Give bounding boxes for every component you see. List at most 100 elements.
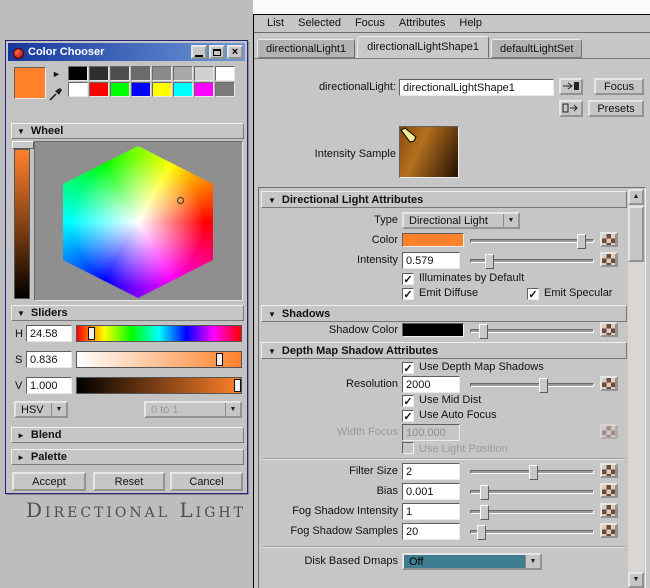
palette-swatch[interactable]: [194, 82, 214, 97]
scroll-up-button[interactable]: ▲: [628, 189, 644, 205]
fog-shadow-samples-slider-thumb[interactable]: [477, 525, 486, 540]
palette-swatch[interactable]: [215, 82, 235, 97]
scroll-down-button[interactable]: ▼: [628, 572, 644, 588]
value-slider[interactable]: [76, 377, 242, 394]
vertical-scrollbar[interactable]: ▲ ▼: [628, 189, 644, 588]
palette-swatch[interactable]: [131, 82, 151, 97]
saturation-input[interactable]: [26, 351, 72, 368]
color-mode-dropdown[interactable]: HSV▼: [14, 401, 68, 418]
menu-attributes[interactable]: Attributes: [392, 15, 452, 31]
minimize-button[interactable]: [191, 45, 207, 59]
menu-list[interactable]: List: [260, 15, 291, 31]
resolution-slider[interactable]: [470, 383, 594, 387]
color-swatch[interactable]: [402, 233, 464, 247]
menu-focus[interactable]: Focus: [348, 15, 392, 31]
shadow-color-map-button[interactable]: [600, 322, 618, 337]
scrollbar-thumb[interactable]: [628, 206, 644, 262]
palette-swatch[interactable]: [89, 66, 109, 81]
hue-slider-handle[interactable]: [88, 327, 95, 340]
intensity-slider-thumb[interactable]: [485, 254, 494, 269]
palette-swatch[interactable]: [173, 66, 193, 81]
disk-based-dmaps-dropdown[interactable]: Off▼: [402, 553, 542, 570]
focus-button[interactable]: Focus: [594, 78, 644, 95]
palette-swatch[interactable]: [110, 66, 130, 81]
palette-swatch[interactable]: [215, 66, 235, 81]
eyedropper-button[interactable]: [49, 87, 65, 103]
type-dropdown[interactable]: Directional Light▼: [402, 212, 520, 229]
shadow-color-swatch[interactable]: [402, 323, 464, 337]
bias-input[interactable]: [402, 483, 460, 500]
color-slider-thumb[interactable]: [577, 234, 586, 249]
filter-size-map-button[interactable]: [600, 463, 618, 478]
value-input[interactable]: [26, 377, 72, 394]
value-strip-handle[interactable]: [12, 141, 34, 149]
palette-swatch[interactable]: [131, 66, 151, 81]
intensity-sample-swatch[interactable]: [399, 126, 459, 178]
fog-shadow-intensity-input[interactable]: [402, 503, 460, 520]
use-auto-focus-checkbox[interactable]: ✓Use Auto Focus: [402, 409, 497, 422]
palette-swatch[interactable]: [110, 82, 130, 97]
fog-shadow-intensity-map-button[interactable]: [600, 503, 618, 518]
tab-defaultlightset[interactable]: defaultLightSet: [491, 39, 582, 58]
reset-button[interactable]: Reset: [93, 472, 165, 491]
emit-diffuse-checkbox[interactable]: ✓Emit Diffuse: [402, 287, 478, 300]
wheel-selection-marker[interactable]: [177, 197, 184, 204]
bias-slider-thumb[interactable]: [480, 485, 489, 500]
window-titlebar[interactable]: Color Chooser ×: [8, 43, 245, 61]
section-depth-map-shadow-attributes[interactable]: ▼Depth Map Shadow Attributes: [261, 342, 627, 359]
color-wheel-hexagon[interactable]: [63, 146, 213, 298]
color-slider[interactable]: [470, 239, 594, 243]
node-name-input[interactable]: [399, 79, 554, 96]
section-sliders[interactable]: ▼Sliders: [11, 305, 244, 321]
resolution-input[interactable]: [402, 376, 460, 393]
emit-specular-checkbox[interactable]: ✓Emit Specular: [527, 287, 612, 300]
palette-swatch[interactable]: [68, 82, 88, 97]
filter-size-slider[interactable]: [470, 470, 594, 474]
filter-size-input[interactable]: [402, 463, 460, 480]
palette-swatch[interactable]: [152, 66, 172, 81]
current-color-swatch[interactable]: [14, 67, 46, 99]
fog-shadow-samples-map-button[interactable]: [600, 523, 618, 538]
close-button[interactable]: ×: [227, 45, 243, 59]
section-blend[interactable]: ►Blend: [11, 427, 244, 443]
palette-swatch[interactable]: [152, 82, 172, 97]
use-mid-dist-checkbox[interactable]: ✓Use Mid Dist: [402, 394, 481, 407]
saturation-slider[interactable]: [76, 351, 242, 368]
copy-tab-button[interactable]: [559, 100, 583, 117]
hue-input[interactable]: [26, 325, 72, 342]
menu-selected[interactable]: Selected: [291, 15, 348, 31]
select-node-button[interactable]: [559, 78, 583, 95]
tab-directionallightshape1[interactable]: directionalLightShape1: [357, 36, 489, 58]
menu-help[interactable]: Help: [452, 15, 489, 31]
value-strip[interactable]: [14, 149, 30, 299]
tab-directionallight1[interactable]: directionalLight1: [257, 39, 355, 58]
intensity-slider[interactable]: [470, 259, 594, 263]
value-slider-handle[interactable]: [234, 379, 241, 392]
restore-button[interactable]: [209, 45, 225, 59]
filter-size-slider-thumb[interactable]: [529, 465, 538, 480]
shadow-color-slider-thumb[interactable]: [479, 324, 488, 339]
shadow-color-slider[interactable]: [470, 329, 594, 333]
section-wheel[interactable]: ▼Wheel: [11, 123, 244, 139]
section-directional-light-attributes[interactable]: ▼Directional Light Attributes: [261, 191, 627, 208]
resolution-slider-thumb[interactable]: [539, 378, 548, 393]
illuminates-by-default-checkbox[interactable]: ✓Illuminates by Default: [402, 272, 524, 285]
palette-swatch[interactable]: [194, 66, 214, 81]
intensity-map-button[interactable]: [600, 252, 618, 267]
cancel-button[interactable]: Cancel: [170, 472, 243, 491]
bias-map-button[interactable]: [600, 483, 618, 498]
fog-shadow-samples-input[interactable]: [402, 523, 460, 540]
palette-swatch[interactable]: [173, 82, 193, 97]
fog-shadow-intensity-slider-thumb[interactable]: [480, 505, 489, 520]
bias-slider[interactable]: [470, 490, 594, 494]
fog-shadow-intensity-slider[interactable]: [470, 510, 594, 514]
color-map-button[interactable]: [600, 232, 618, 247]
presets-button[interactable]: Presets: [588, 100, 644, 117]
hue-slider[interactable]: [76, 325, 242, 342]
section-shadows[interactable]: ▼Shadows: [261, 305, 627, 322]
intensity-input[interactable]: [402, 252, 460, 269]
palette-swatch[interactable]: [68, 66, 88, 81]
resolution-map-button[interactable]: [600, 376, 618, 391]
palette-swatch[interactable]: [89, 82, 109, 97]
section-palette[interactable]: ►Palette: [11, 449, 244, 465]
